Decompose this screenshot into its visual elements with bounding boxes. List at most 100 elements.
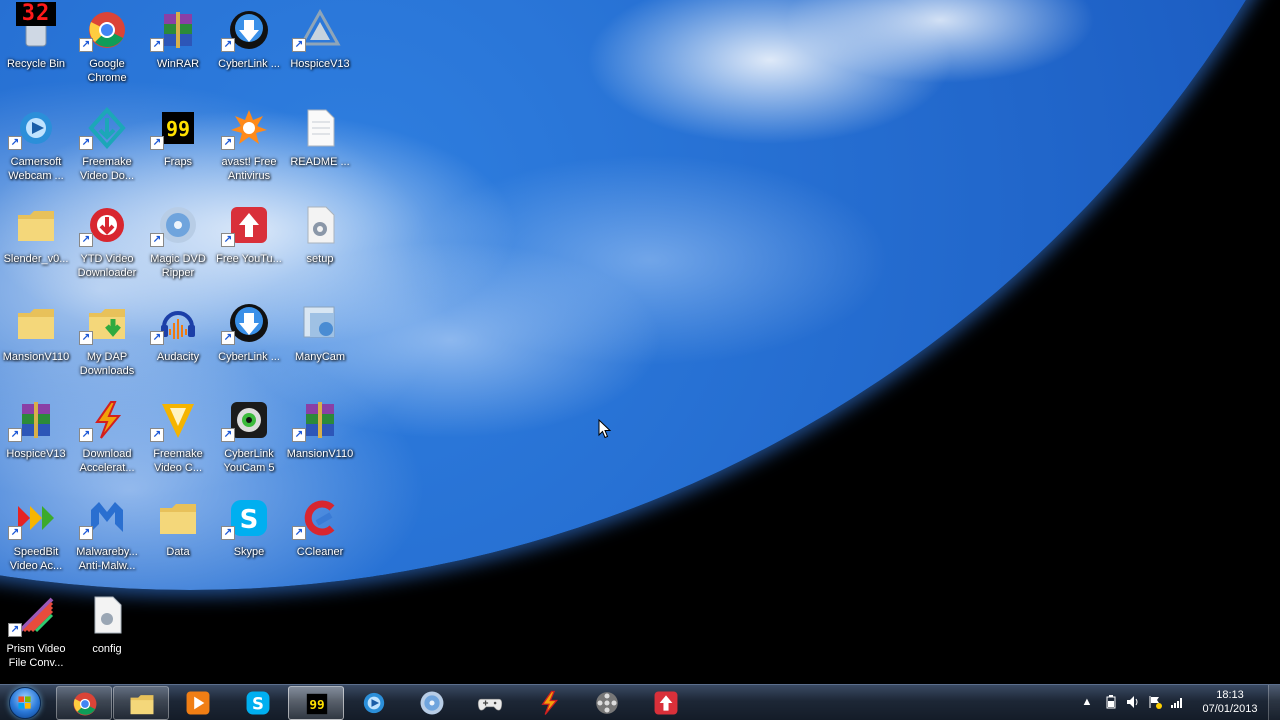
windows-logo-icon (9, 687, 41, 719)
shortcut-arrow-icon: ↗ (292, 38, 306, 52)
desktop-icon[interactable]: ↗ HospiceV13 (284, 2, 356, 94)
shortcut-arrow-icon: ↗ (79, 38, 93, 52)
shortcut-arrow-icon: ↗ (221, 233, 235, 247)
show-desktop-button[interactable] (1268, 685, 1280, 720)
desktop-icon[interactable]: MansionV110 (0, 295, 72, 387)
shortcut-arrow-icon: ↗ (221, 135, 235, 150)
desktop-icon[interactable]: ↗ Camersoft Webcam ... (0, 100, 72, 192)
start-button[interactable] (2, 686, 50, 720)
desktop-icon[interactable]: ↗ My DAP Downloads (71, 295, 143, 387)
taskbar-skype-button[interactable]: S (230, 686, 286, 720)
shortcut-arrow-icon: ↗ (221, 525, 235, 540)
taskbar-media-player-button[interactable] (170, 686, 226, 720)
folder-icon (14, 301, 58, 345)
desktop-icon[interactable]: ↗ SpeedBit Video Ac... (0, 490, 72, 582)
clock-time: 18:13 (1216, 689, 1244, 701)
shortcut-arrow-icon: ↗ (150, 233, 164, 247)
desktop-icon[interactable]: ↗ Free YouTu... (213, 197, 285, 289)
desktop-icon[interactable]: ↗ Prism Video File Conv... (0, 587, 72, 679)
desktop-icon-label: HospiceV13 (290, 58, 350, 70)
taskbar-explorer-button[interactable] (113, 686, 169, 720)
shortcut-arrow-icon: ↗ (8, 525, 22, 540)
volume-icon[interactable] (1126, 695, 1140, 709)
system-clock[interactable]: 18:13 07/01/2013 (1198, 688, 1262, 716)
desktop-icon[interactable]: ↗ CCleaner (284, 490, 356, 582)
desktop-icon-label: Malwareby... Anti-Malw... (76, 545, 138, 572)
desktop-icon[interactable]: ↗ YTD Video Downloader (71, 197, 143, 289)
desktop-icon[interactable]: ↗ WinRAR (142, 2, 214, 94)
shortcut-arrow-icon: ↗ (221, 330, 235, 345)
desktop-icon-label: HospiceV13 (6, 448, 66, 460)
desktop-icon-label: CCleaner (296, 545, 344, 558)
shortcut-arrow-icon: ↗ (292, 525, 306, 540)
desktop-icon[interactable]: ↗ Google Chrome (71, 2, 143, 94)
desktop-icon[interactable]: 99 ↗ Fraps (142, 100, 214, 192)
desktop-icon-label: CyberLink ... (218, 350, 280, 363)
desktop-icon[interactable]: ↗ Download Accelerat... (71, 392, 143, 484)
desktop-icon[interactable]: ↗ MansionV110 (284, 392, 356, 484)
shortcut-arrow-icon: ↗ (150, 38, 164, 52)
shortcut-arrow-icon: ↗ (150, 330, 164, 345)
desktop-icon-label: SpeedBit Video Ac... (9, 545, 63, 572)
taskbar: S 99 ▲ 18:13 07/01/2013 (0, 684, 1280, 720)
taskbar-dvd-ripper-button[interactable] (404, 686, 460, 720)
desktop-icon-label: Recycle Bin (6, 58, 66, 70)
svg-text:99: 99 (166, 117, 190, 141)
desktop-icon-label: CyberLink YouCam 5 (223, 448, 275, 474)
shortcut-arrow-icon: ↗ (8, 623, 22, 637)
desktop-icon[interactable]: ↗ Audacity (142, 295, 214, 387)
shortcut-arrow-icon: ↗ (79, 233, 93, 247)
svg-text:S: S (252, 694, 264, 713)
network-signal-icon[interactable] (1170, 695, 1184, 709)
svg-text:99: 99 (309, 697, 324, 712)
desktop-icon[interactable]: ManyCam (284, 295, 356, 387)
desktop-icon[interactable]: Slender_v0... (0, 197, 72, 289)
action-center-flag-icon[interactable] (1148, 695, 1162, 709)
taskbar-video-tool-button[interactable] (579, 686, 635, 720)
desktop-icon[interactable]: ↗ Malwareby... Anti-Malw... (71, 490, 143, 582)
desktop-icon[interactable]: ↗ Freemake Video C... (142, 392, 214, 484)
desktop-icon-label: WinRAR (156, 58, 200, 70)
desktop-icon[interactable]: Data (142, 490, 214, 582)
shortcut-arrow-icon: ↗ (221, 38, 235, 52)
desktop-icon-label: Prism Video File Conv... (6, 643, 66, 669)
desktop-icon[interactable]: S ↗ Skype (213, 490, 285, 582)
desktop-icon-label: Audacity (156, 350, 200, 363)
shortcut-arrow-icon: ↗ (79, 330, 93, 345)
desktop-icon[interactable]: ↗ Freemake Video Do... (71, 100, 143, 192)
taskbar-gamepad-button[interactable] (462, 686, 518, 720)
desktop-icon[interactable]: setup (284, 197, 356, 289)
taskbar-chrome-button[interactable] (56, 686, 112, 720)
mouse-cursor (598, 419, 612, 439)
svg-text:S: S (240, 505, 259, 535)
shortcut-arrow-icon: ↗ (8, 135, 22, 150)
config-file-icon (85, 593, 129, 637)
taskbar-free-youtube-button[interactable] (638, 686, 694, 720)
desktop-icon-label: Freemake Video Do... (79, 155, 135, 182)
desktop-icon[interactable]: config (71, 587, 143, 679)
taskbar-dap-button[interactable] (521, 686, 577, 720)
taskbar-fraps-button[interactable]: 99 (288, 686, 344, 720)
desktop[interactable]: Recycle Bin ↗ Google Chrome ↗ WinRAR ↗ CyberLi… (0, 0, 1280, 684)
shortcut-arrow-icon: ↗ (79, 525, 93, 540)
show-hidden-icons-icon[interactable]: ▲ (1080, 695, 1094, 709)
desktop-icon-label: YTD Video Downloader (77, 253, 137, 279)
desktop-icon[interactable]: ↗ Magic DVD Ripper (142, 197, 214, 289)
desktop-icon[interactable]: ↗ HospiceV13 (0, 392, 72, 484)
desktop-icon-label: Download Accelerat... (79, 448, 135, 474)
desktop-icon[interactable]: ↗ CyberLink YouCam 5 (213, 392, 285, 484)
desktop-icon[interactable]: README ... (284, 100, 356, 192)
setup-file-icon (298, 203, 342, 247)
folder-icon (14, 203, 58, 247)
taskbar-camersoft-button[interactable] (346, 686, 402, 720)
document-icon (298, 106, 342, 150)
desktop-icon[interactable]: ↗ CyberLink ... (213, 295, 285, 387)
battery-icon[interactable] (1104, 695, 1118, 709)
desktop-icon-label: Google Chrome (87, 58, 127, 84)
desktop-icon-label: Skype (233, 545, 265, 558)
desktop-icon-label: Data (166, 545, 190, 558)
desktop-icon[interactable]: ↗ CyberLink ... (213, 2, 285, 94)
desktop-icon[interactable]: ↗ avast! Free Antivirus (213, 100, 285, 192)
desktop-icon-label: Freemake Video C... (153, 448, 203, 474)
folder-icon (156, 496, 200, 540)
